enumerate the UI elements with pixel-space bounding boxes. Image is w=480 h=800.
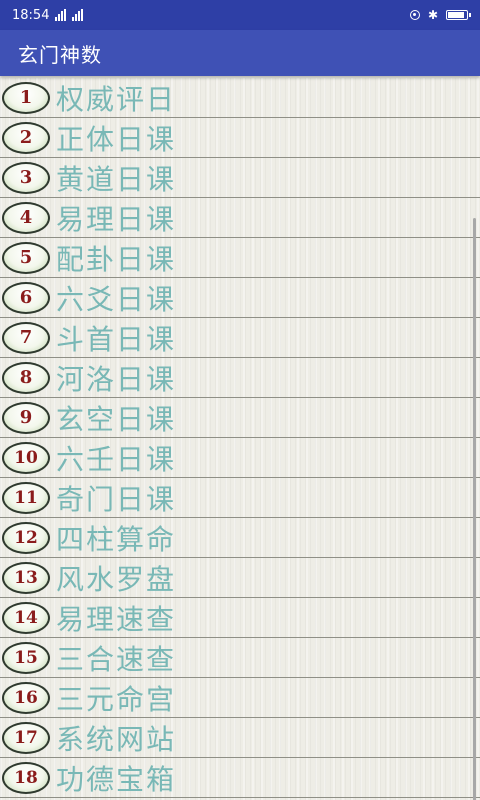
number-badge: 17 — [2, 721, 50, 754]
list-item-label: 系统网站 — [56, 722, 177, 756]
list-item[interactable]: 16 三元命宫 — [0, 678, 480, 718]
bluetooth-icon: ✱ — [427, 8, 438, 22]
list-item[interactable]: 5 配卦日课 — [0, 238, 480, 278]
number-badge: 8 — [2, 361, 50, 394]
list-item-label: 功德宝箱 — [56, 762, 177, 796]
list-item-label: 六壬日课 — [56, 442, 177, 476]
list-item-label: 易理日课 — [56, 202, 177, 236]
number-badge: 16 — [2, 681, 50, 714]
status-left: 18:54 — [12, 7, 84, 23]
number-badge: 13 — [2, 561, 50, 594]
list-item[interactable]: 15 三合速查 — [0, 638, 480, 678]
list-item[interactable]: 11 奇门日课 — [0, 478, 480, 518]
number-badge: 7 — [2, 321, 50, 354]
number-badge: 4 — [2, 201, 50, 234]
menu-list[interactable]: 1 权威评日 2 正体日课 3 黄道日课 4 易理日课 5 配卦日课 6 六爻日课 7 斗首日课 8 河洛日课… — [0, 78, 480, 800]
app-title: 玄门神数 — [18, 42, 102, 67]
list-item-label: 斗首日课 — [56, 322, 177, 356]
list-item[interactable]: 8 河洛日课 — [0, 358, 480, 398]
list-item-label: 配卦日课 — [56, 242, 177, 276]
list-item-label: 易理速查 — [56, 602, 177, 636]
list-item[interactable]: 2 正体日课 — [0, 118, 480, 158]
list-item-label: 权威评日 — [56, 82, 177, 116]
scrollbar[interactable] — [473, 218, 476, 800]
list-item-label: 六爻日课 — [56, 282, 177, 316]
signal-icon — [55, 9, 67, 21]
list-item-label: 三合速查 — [56, 642, 177, 676]
app-bar: 玄门神数 — [0, 30, 480, 76]
list-item[interactable]: 13 风水罗盘 — [0, 558, 480, 598]
list-item[interactable]: 18 功德宝箱 — [0, 758, 480, 798]
number-badge: 12 — [2, 521, 50, 554]
number-badge: 2 — [2, 121, 50, 154]
status-time: 18:54 — [12, 7, 50, 23]
list-item[interactable]: 6 六爻日课 — [0, 278, 480, 318]
list-item[interactable]: 12 四柱算命 — [0, 518, 480, 558]
list-item[interactable]: 3 黄道日课 — [0, 158, 480, 198]
number-badge: 9 — [2, 401, 50, 434]
number-badge: 15 — [2, 641, 50, 674]
status-bar: 18:54 ✱ — [0, 0, 480, 30]
number-badge: 6 — [2, 281, 50, 314]
list-item-label: 黄道日课 — [56, 162, 177, 196]
list-item[interactable]: 4 易理日课 — [0, 198, 480, 238]
list-item-label: 河洛日课 — [56, 362, 177, 396]
list-item[interactable]: 7 斗首日课 — [0, 318, 480, 358]
list-item-label: 风水罗盘 — [56, 562, 177, 596]
list-item-label: 四柱算命 — [56, 522, 177, 556]
number-badge: 14 — [2, 601, 50, 634]
status-right: ✱ — [409, 8, 471, 22]
list-item-label: 奇门日课 — [56, 482, 177, 516]
number-badge: 5 — [2, 241, 50, 274]
list-item-label: 正体日课 — [56, 122, 177, 156]
number-badge: 11 — [2, 481, 50, 514]
list-item[interactable]: 17 系统网站 — [0, 718, 480, 758]
list-item[interactable]: 10 六壬日课 — [0, 438, 480, 478]
list-item[interactable]: 1 权威评日 — [0, 78, 480, 118]
number-badge: 3 — [2, 161, 50, 194]
signal-icon — [72, 9, 84, 21]
number-badge: 18 — [2, 761, 50, 794]
list-item-label: 玄空日课 — [56, 402, 177, 436]
number-badge: 1 — [2, 81, 50, 114]
list-item[interactable]: 9 玄空日课 — [0, 398, 480, 438]
list-item[interactable]: 14 易理速查 — [0, 598, 480, 638]
battery-icon — [446, 10, 471, 20]
list-item-label: 三元命宫 — [56, 682, 177, 716]
number-badge: 10 — [2, 441, 50, 474]
sync-icon — [409, 10, 420, 20]
